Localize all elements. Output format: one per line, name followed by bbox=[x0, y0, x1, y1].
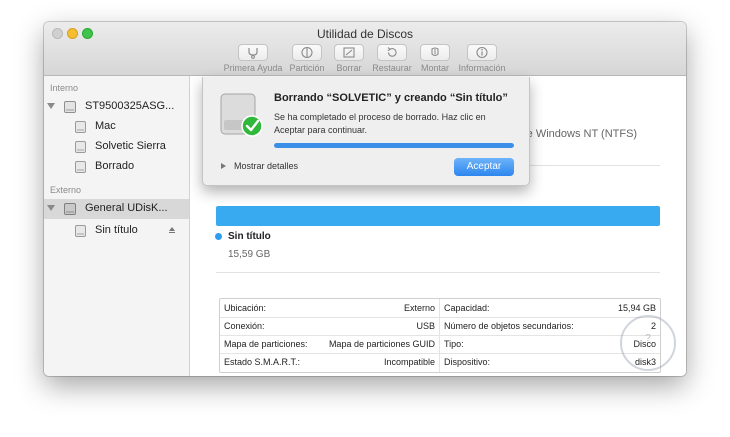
info-table: Ubicación: Externo Conexión: USB Mapa de… bbox=[219, 298, 661, 373]
mount-icon bbox=[420, 44, 450, 61]
info-key: Estado S.M.A.R.T.: bbox=[224, 357, 301, 367]
info-value: USB bbox=[416, 321, 435, 331]
disclosure-triangle-icon[interactable] bbox=[47, 103, 55, 109]
disclosure-triangle-icon[interactable] bbox=[221, 163, 226, 169]
sidebar-item-label: ST9500325ASG... bbox=[85, 100, 175, 112]
sidebar-item-label: Sin título bbox=[95, 224, 138, 236]
first-aid-button[interactable]: Primera Ayuda bbox=[223, 44, 283, 73]
show-details-toggle[interactable]: Mostrar detalles bbox=[234, 161, 298, 171]
sidebar-item-st9500325asg[interactable]: ST9500325ASG... bbox=[44, 97, 189, 117]
sidebar-item-general-udisk[interactable]: General UDisK... bbox=[44, 199, 189, 219]
usb-disk-icon bbox=[63, 202, 77, 221]
first-aid-label: Primera Ayuda bbox=[223, 63, 283, 73]
table-row: Mapa de particiones: Mapa de particiones… bbox=[220, 335, 439, 353]
info-key: Mapa de particiones: bbox=[224, 339, 308, 349]
sidebar-item-sin-titulo[interactable]: Sin título bbox=[44, 221, 189, 241]
sidebar: Interno ST9500325ASG... Mac Solvetic Sie… bbox=[44, 76, 190, 376]
accept-button[interactable]: Aceptar bbox=[454, 158, 514, 176]
info-key: Tipo: bbox=[444, 339, 464, 349]
info-key: Dispositivo: bbox=[444, 357, 491, 367]
volume-name: Sin título bbox=[228, 231, 271, 242]
stethoscope-icon bbox=[238, 44, 268, 61]
volume-size: 15,59 GB bbox=[228, 249, 271, 260]
info-key: Conexión: bbox=[224, 321, 265, 331]
info-value: Incompatible bbox=[383, 357, 435, 367]
volume-format-text: s de Windows NT (NTFS) bbox=[512, 128, 638, 140]
table-row: Conexión: USB bbox=[220, 317, 439, 335]
volume-icon bbox=[74, 224, 87, 243]
dialog-title: Borrando “SOLVETIC” y creando “Sin títul… bbox=[274, 92, 508, 104]
info-key: Ubicación: bbox=[224, 303, 267, 313]
table-row: Ubicación: Externo bbox=[220, 299, 439, 317]
eject-icon[interactable] bbox=[169, 227, 175, 233]
disclosure-triangle-icon[interactable] bbox=[47, 205, 55, 211]
watermark-text: ? bbox=[645, 333, 651, 344]
sidebar-item-label: Borrado bbox=[95, 160, 135, 172]
table-row: Estado S.M.A.R.T.: Incompatible bbox=[220, 353, 439, 371]
sidebar-item-label: Mac bbox=[95, 120, 116, 132]
divider bbox=[216, 272, 660, 273]
info-key: Capacidad: bbox=[444, 303, 490, 313]
disk-check-icon bbox=[219, 90, 265, 143]
erase-icon bbox=[334, 44, 364, 61]
volume-icon bbox=[74, 160, 87, 179]
titlebar: Utilidad de Discos Primera Ayuda Partici… bbox=[44, 22, 686, 76]
window-title: Utilidad de Discos bbox=[316, 27, 414, 41]
usage-bar bbox=[216, 206, 660, 226]
sidebar-item-label: General UDisK... bbox=[85, 202, 168, 214]
erase-progress-sheet: Borrando “SOLVETIC” y creando “Sin títul… bbox=[202, 77, 530, 186]
dialog-message: Se ha completado el proceso de borrado. … bbox=[274, 112, 486, 135]
sidebar-item-mac[interactable]: Mac bbox=[44, 117, 189, 137]
disk-utility-window: Utilidad de Discos Primera Ayuda Partici… bbox=[44, 22, 686, 376]
info-value: Externo bbox=[403, 303, 435, 313]
progress-bar bbox=[274, 143, 514, 148]
sidebar-header-external: Externo bbox=[50, 185, 82, 195]
sidebar-item-label: Solvetic Sierra bbox=[95, 140, 166, 152]
progress-bar-fill bbox=[274, 143, 514, 148]
info-value: Mapa de particiones GUID bbox=[328, 339, 435, 349]
volume-color-dot bbox=[215, 233, 222, 240]
watermark-logo: ? bbox=[620, 315, 676, 371]
table-row: Capacidad: 15,94 GB bbox=[440, 299, 660, 317]
sidebar-item-solvetic-sierra[interactable]: Solvetic Sierra bbox=[44, 137, 189, 157]
info-label: Información bbox=[458, 63, 506, 73]
sidebar-item-borrado[interactable]: Borrado bbox=[44, 157, 189, 177]
sidebar-header-internal: Interno bbox=[50, 83, 79, 93]
partition-icon bbox=[292, 44, 322, 61]
info-key: Número de objetos secundarios: bbox=[444, 321, 574, 331]
info-icon bbox=[467, 44, 497, 61]
restore-icon bbox=[377, 44, 407, 61]
info-button[interactable]: Información bbox=[452, 44, 512, 73]
